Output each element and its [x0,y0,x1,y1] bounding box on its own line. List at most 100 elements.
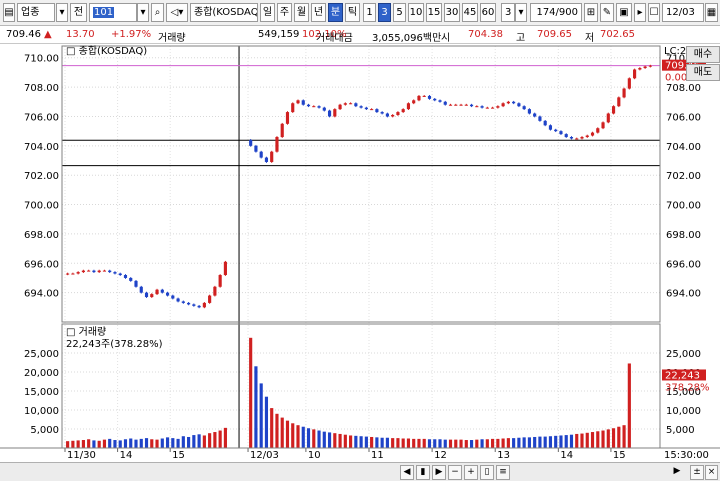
time-tick: 12/03 [250,450,279,461]
candle-body [327,110,332,117]
candle-body [501,103,505,107]
volume-bar [208,433,212,448]
period-button[interactable]: 틱 [345,3,360,22]
candle-body [343,103,347,105]
close-icon[interactable]: × [705,465,718,480]
volume-bar [480,439,484,448]
candle-body [76,272,80,274]
volume-bar [312,429,316,448]
code-input[interactable]: 101 [89,3,137,22]
time-tick: 15 [613,450,626,461]
list-icon[interactable]: ≡ [496,465,510,480]
volume-bar [296,425,300,448]
volume-bar [401,438,405,448]
volume-bar [564,435,568,448]
volume-bar [522,437,526,448]
buy-button[interactable]: 매수 [686,46,720,63]
candle-body [92,270,96,273]
sell-button[interactable]: 매도 [686,64,720,81]
candle-body [81,270,85,273]
period-button[interactable]: 분 [328,3,343,22]
speaker-icon[interactable]: ◁▾ [166,3,188,22]
calendar-icon[interactable]: ▦ [705,3,718,22]
interval-button[interactable]: 3 [378,3,391,22]
grid-settings-icon[interactable]: ⊞ [584,3,598,22]
current-price: 709.46 [6,29,41,40]
open-value: 704.38 [468,29,503,40]
zoom-in-icon[interactable]: + [464,465,478,480]
period-button[interactable]: 일 [260,3,275,22]
price-tick-left: 706.00 [24,112,59,123]
candle-body [454,104,458,106]
volume-bar [171,438,175,448]
period-button[interactable]: 년 [311,3,326,22]
interval-select[interactable]: 3 [501,3,515,22]
candle-body [633,69,637,79]
price-tick-left: 708.00 [24,83,59,94]
interval-button[interactable]: 10 [408,3,424,22]
search-icon[interactable]: ⌕ [151,3,164,22]
interval-button[interactable]: 15 [426,3,442,22]
volume-bar [580,433,584,448]
volume-bar [417,438,421,448]
candle-body [622,88,626,98]
save-icon[interactable]: ▣ [616,3,632,22]
candle-body [359,106,363,108]
candle-body [517,103,521,107]
price-tick-right: 694.00 [666,289,701,300]
interval-button[interactable]: 45 [462,3,478,22]
high-label: 고 [516,33,526,44]
candle-body [496,106,500,108]
candle-body [317,106,321,108]
scroll-left-icon[interactable]: ◀ [400,465,414,480]
volume-bar [81,440,85,448]
volume-bar [187,436,191,448]
price-tick-left: 696.00 [24,259,59,270]
time-tick: 10 [308,450,321,461]
candle-body [491,107,495,109]
interval-button[interactable]: 5 [393,3,406,22]
price-tick-left: 710.00 [24,54,59,65]
price-change-pct: +1.97% [111,29,152,40]
scroll-first-icon[interactable]: ▮ [416,465,430,480]
count-field[interactable]: 174/900 [530,3,582,22]
zoom-reset-icon[interactable]: ± [690,465,704,480]
candle-body [176,298,180,302]
chart-settings-icon[interactable]: ▤ [3,3,15,22]
interval-button[interactable]: 1 [363,3,376,22]
next-icon[interactable]: ▸ [634,3,646,22]
volume-bar [139,438,143,448]
date-field[interactable]: 12/03 [662,3,704,22]
period-button[interactable]: 월 [294,3,309,22]
play-icon[interactable]: ▶ [664,465,690,480]
time-tick: 14 [560,450,573,461]
volume-bar [259,383,263,448]
period-button[interactable]: 주 [277,3,292,22]
candle-body [617,97,621,107]
scroll-right-icon[interactable]: ▶ [432,465,446,480]
mode-button[interactable]: 전 [70,3,87,22]
volume-bar [181,436,185,448]
time-tick: 15 [172,450,185,461]
zoom-out-icon[interactable]: − [448,465,462,480]
date-checkbox[interactable]: ☐ [648,3,660,22]
low-label: 저 [585,33,595,44]
volume-tick-left: 10,000 [24,406,59,417]
candle-body [123,275,128,278]
market-dropdown-icon[interactable]: ▾ [56,3,68,22]
candle-body [71,273,75,275]
market-select[interactable]: 업종 [17,3,55,22]
volume-bar [202,435,206,448]
volume-bar [108,438,112,448]
volume-bar [123,439,128,448]
code-dropdown-icon[interactable]: ▾ [137,3,149,22]
candle-body [575,138,579,140]
volume-panel-title: □ 거래량 [66,326,106,338]
interval-button[interactable]: 60 [480,3,496,22]
chart-type-icon[interactable]: ▯ [480,465,494,480]
volume-tick-left: 5,000 [30,425,59,436]
tools-icon[interactable]: ✎ [600,3,614,22]
interval-dropdown-icon[interactable]: ▾ [515,3,527,22]
interval-button[interactable]: 30 [444,3,460,22]
price-chart[interactable]: 710.00 710.00708.00 708.00706.00 706.00704.… [0,44,720,462]
